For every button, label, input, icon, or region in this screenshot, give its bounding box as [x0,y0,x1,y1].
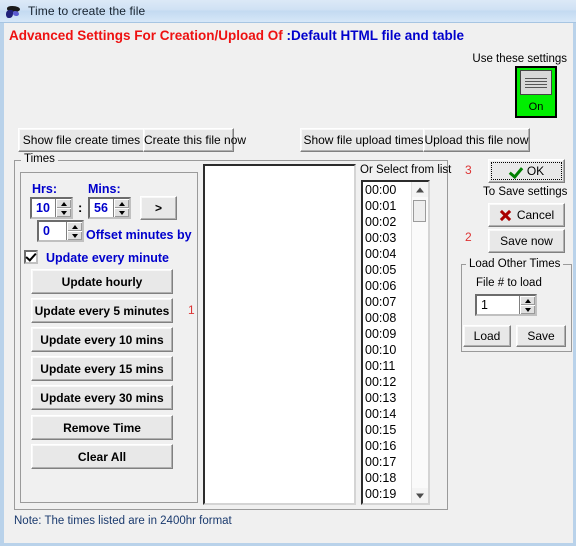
hours-value[interactable]: 10 [32,199,55,217]
to-save-settings-label: To Save settings [483,186,568,198]
minutes-stepper[interactable]: 56 [88,197,131,219]
file-number-stepper-arrows[interactable] [519,296,535,314]
load-other-times-legend: Load Other Times [466,258,564,270]
show-file-upload-times-button[interactable]: Show file upload times [300,128,427,152]
minutes-stepper-arrows[interactable] [113,199,129,217]
upload-this-file-now-button[interactable]: Upload this file now [423,128,530,152]
update-every-10-mins-button[interactable]: Update every 10 mins [31,327,173,352]
show-file-create-times-button[interactable]: Show file create times [18,128,145,152]
ok-button-label: OK [526,164,545,178]
use-these-settings-label: Use these settings [472,53,567,65]
available-times-scrollbar[interactable] [411,182,428,503]
hours-decrement-icon[interactable] [56,208,71,217]
app-window: Time to create the file Advanced Setting… [0,0,576,546]
offset-stepper-arrows[interactable] [66,222,82,240]
list-item[interactable]: 00:11 [365,358,411,374]
list-item[interactable]: 00:16 [365,438,411,454]
selected-times-listbox[interactable] [203,164,356,505]
list-item[interactable]: 00:00 [365,182,411,198]
list-item[interactable]: 00:17 [365,454,411,470]
minutes-increment-icon[interactable] [114,199,129,208]
scrollbar-thumb[interactable] [413,200,426,222]
title-bar: Time to create the file [0,0,576,23]
check-icon [509,165,522,178]
app-icon [6,3,22,19]
page-title: Advanced Settings For Creation/Upload Of… [9,28,464,43]
clear-all-button[interactable]: Clear All [31,444,173,469]
page-title-blue: :Default HTML file and table [286,28,465,43]
close-x-icon [499,209,512,222]
file-number-stepper[interactable]: 1 [475,294,537,316]
ok-button[interactable]: OK [488,159,565,183]
offset-minutes-label: Offset minutes by [86,228,192,242]
list-item[interactable]: 00:08 [365,310,411,326]
note-text: Note: The times listed are in 2400hr for… [14,515,232,527]
list-item[interactable]: 00:06 [365,278,411,294]
times-group-legend: Times [21,153,58,165]
hours-label: Hrs: [32,182,58,196]
minutes-value[interactable]: 56 [90,199,113,217]
list-item[interactable]: 00:02 [365,214,411,230]
add-time-arrow-button[interactable]: > [140,196,177,220]
scrollbar-track[interactable] [412,197,428,488]
save-button[interactable]: Save [516,325,566,347]
toggle-state-label: On [528,101,544,113]
list-item[interactable]: 00:09 [365,326,411,342]
list-item[interactable]: 00:13 [365,390,411,406]
minutes-decrement-icon[interactable] [114,208,129,217]
list-item[interactable]: 00:18 [365,470,411,486]
list-item[interactable]: 00:12 [365,374,411,390]
or-select-from-list-label: Or Select from list [360,164,452,176]
step-marker-1: 1 [188,303,195,317]
offset-decrement-icon[interactable] [67,231,82,240]
update-every-15-mins-button[interactable]: Update every 15 mins [31,356,173,381]
cancel-button[interactable]: Cancel [488,203,565,227]
step-marker-3: 3 [465,163,472,177]
time-separator: : [78,200,83,215]
create-this-file-now-button[interactable]: Create this file now [143,128,246,152]
list-item[interactable]: 00:10 [365,342,411,358]
list-item[interactable]: 00:15 [365,422,411,438]
list-item[interactable]: 00:01 [365,198,411,214]
list-item[interactable]: 00:07 [365,294,411,310]
file-number-label: File # to load [476,277,542,289]
update-every-minute-checkbox[interactable] [24,250,38,264]
scroll-up-icon[interactable] [412,182,428,197]
minutes-label: Mins: [88,182,121,196]
remove-time-button[interactable]: Remove Time [31,415,173,440]
hours-stepper-arrows[interactable] [55,199,71,217]
update-every-30-mins-button[interactable]: Update every 30 mins [31,385,173,410]
step-marker-2: 2 [465,230,472,244]
cancel-button-label: Cancel [516,208,555,222]
offset-increment-icon[interactable] [67,222,82,231]
hours-stepper[interactable]: 10 [30,197,73,219]
load-button[interactable]: Load [463,325,511,347]
file-number-value[interactable]: 1 [477,296,519,314]
available-times-listbox[interactable]: 00:00 00:01 00:02 00:03 00:04 00:05 00:06 00:07… [361,180,430,505]
hours-increment-icon[interactable] [56,199,71,208]
update-every-minute-label: Update every minute [46,251,169,265]
file-number-increment-icon[interactable] [520,296,535,305]
save-now-button[interactable]: Save now [488,229,565,253]
update-every-5-minutes-button[interactable]: Update every 5 minutes [31,298,173,323]
use-settings-toggle-button[interactable]: On [515,66,557,118]
update-hourly-button[interactable]: Update hourly [31,269,173,294]
offset-minutes-stepper[interactable]: 0 [37,220,84,242]
lines-document-icon [520,70,552,95]
file-number-decrement-icon[interactable] [520,305,535,314]
window-title: Time to create the file [28,4,146,18]
list-item[interactable]: 00:03 [365,230,411,246]
offset-value[interactable]: 0 [39,222,66,240]
list-item[interactable]: 00:19 [365,486,411,502]
list-item[interactable]: 00:14 [365,406,411,422]
available-times-items[interactable]: 00:00 00:01 00:02 00:03 00:04 00:05 00:06 00:07… [363,182,411,503]
list-item[interactable]: 00:04 [365,246,411,262]
list-item[interactable]: 00:05 [365,262,411,278]
list-item[interactable]: 00:20 [365,502,411,503]
page-title-red: Advanced Settings For Creation/Upload Of [9,28,287,43]
scroll-down-icon[interactable] [412,488,428,503]
